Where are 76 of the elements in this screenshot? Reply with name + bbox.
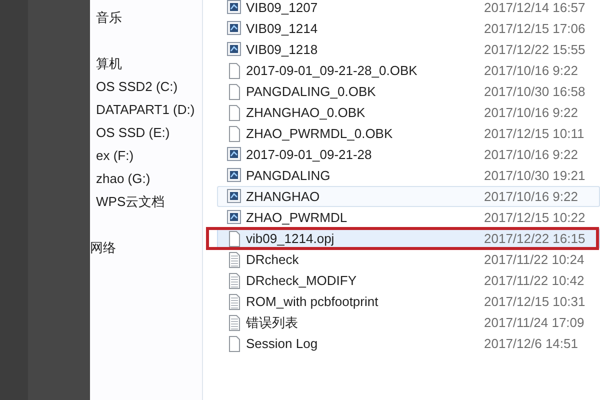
app-file-icon (226, 188, 242, 206)
nav-item[interactable]: zhao (G:) (96, 168, 150, 188)
file-date: 2017/12/15 17:06 (484, 20, 586, 38)
nav-item[interactable]: ex (F:) (96, 146, 134, 166)
file-name: PANGDALING (246, 166, 332, 185)
file-icon (226, 230, 242, 248)
file-icon (226, 334, 242, 352)
file-icon (226, 104, 242, 122)
file-row[interactable]: PANGDALING_0.OBK 2017/10/30 16:58 (217, 81, 600, 102)
file-row[interactable]: 2017-09-01_09-21-28 2017/10/16 9:22 (217, 144, 600, 165)
document-icon (226, 272, 242, 290)
file-name: vib09_1214.opj (246, 230, 336, 248)
file-date: 2017/12/14 16:57 (484, 0, 586, 17)
file-icon (226, 62, 242, 80)
file-name: 2017-09-01_09-21-28_0.OBK (246, 62, 418, 80)
file-row[interactable]: Session Log 2017/12/6 14:51 (217, 333, 600, 354)
nav-item[interactable]: 音乐 (96, 8, 122, 28)
app-file-icon (226, 0, 242, 16)
file-name: DRcheck_MODIFY (246, 272, 358, 290)
file-date: 2017/12/15 10:22 (484, 208, 586, 227)
file-date: 2017/11/24 17:09 (484, 314, 584, 332)
file-date: 2017/11/22 10:42 (484, 272, 584, 290)
file-date: 2017/12/6 14:51 (484, 334, 578, 353)
nav-item[interactable]: OS SSD (E:) (96, 122, 170, 142)
file-name: ZHANGHAO (246, 188, 321, 206)
app-file-icon (226, 146, 242, 164)
file-row[interactable]: ZHANGHAO 2017/10/16 9:22 (217, 186, 600, 207)
file-row[interactable]: ZHAO_PWRMDL 2017/12/15 10:22 (217, 207, 600, 228)
file-icon (226, 124, 242, 142)
file-date: 2017/12/15 10:11 (484, 124, 584, 143)
document-icon (226, 292, 242, 310)
file-row[interactable]: VIB09_1214 2017/12/15 17:06 (217, 18, 600, 39)
nav-item[interactable]: OS SSD2 (C:) (96, 76, 178, 96)
file-row[interactable]: ROM_with pcbfootprint 2017/12/15 10:31 (217, 291, 600, 312)
file-name: VIB09_1207 (246, 0, 319, 17)
file-row[interactable]: ZHANGHAO_0.OBK 2017/10/16 9:22 (217, 102, 600, 123)
file-name: DRcheck (246, 250, 300, 269)
file-date: 2017/10/16 9:22 (484, 104, 578, 122)
nav-item[interactable]: WPS云文档 (96, 192, 165, 212)
file-date: 2017/11/22 10:24 (484, 250, 584, 269)
app-file-icon (226, 166, 242, 184)
file-name: PANGDALING_0.OBK (246, 82, 377, 101)
app-file-icon (226, 20, 242, 38)
file-date: 2017/10/16 9:22 (484, 188, 578, 206)
file-name: 错误列表 (246, 314, 299, 332)
file-name: ZHAO_PWRMDL (246, 208, 348, 227)
file-name: ZHANGHAO_0.OBK (246, 104, 366, 122)
app-file-icon (226, 40, 242, 58)
file-name: ZHAO_PWRMDL_0.OBK (246, 124, 394, 143)
file-row[interactable]: ZHAO_PWRMDL_0.OBK 2017/12/15 10:11 (217, 123, 600, 144)
file-row[interactable]: DRcheck 2017/11/22 10:24 (217, 249, 600, 270)
file-row[interactable]: DRcheck_MODIFY 2017/11/22 10:42 (217, 270, 600, 291)
document-icon (226, 250, 242, 268)
nav-item[interactable]: 网络 (90, 238, 116, 258)
file-date: 2017/10/16 9:22 (484, 146, 578, 164)
file-row[interactable]: 2017-09-01_09-21-28_0.OBK 2017/10/16 9:22 (217, 60, 600, 81)
file-date: 2017/12/22 15:55 (484, 40, 586, 59)
file-name: VIB09_1214 (246, 20, 319, 38)
file-row[interactable]: VIB09_1218 2017/12/22 15:55 (217, 39, 600, 60)
file-name: 2017-09-01_09-21-28 (246, 146, 373, 164)
file-name: ROM_with pcbfootprint (246, 292, 380, 311)
file-date: 2017/10/30 16:58 (484, 82, 586, 101)
document-icon (226, 314, 242, 332)
file-date: 2017/10/16 9:22 (484, 62, 578, 80)
file-date: 2017/12/22 16:15 (484, 230, 586, 248)
file-row[interactable]: 错误列表 2017/11/24 17:09 (217, 312, 600, 333)
file-date: 2017/10/30 19:21 (484, 166, 586, 185)
file-name: VIB09_1218 (246, 40, 319, 59)
file-name: Session Log (246, 334, 319, 353)
app-file-icon (226, 208, 242, 226)
file-icon (226, 82, 242, 100)
nav-item[interactable]: 算机 (96, 54, 122, 74)
file-row[interactable]: PANGDALING 2017/10/30 19:21 (217, 165, 600, 186)
file-row[interactable]: VIB09_1207 2017/12/14 16:57 (217, 0, 600, 18)
file-date: 2017/12/15 10:31 (484, 292, 586, 311)
nav-item[interactable]: DATAPART1 (D:) (96, 100, 195, 120)
